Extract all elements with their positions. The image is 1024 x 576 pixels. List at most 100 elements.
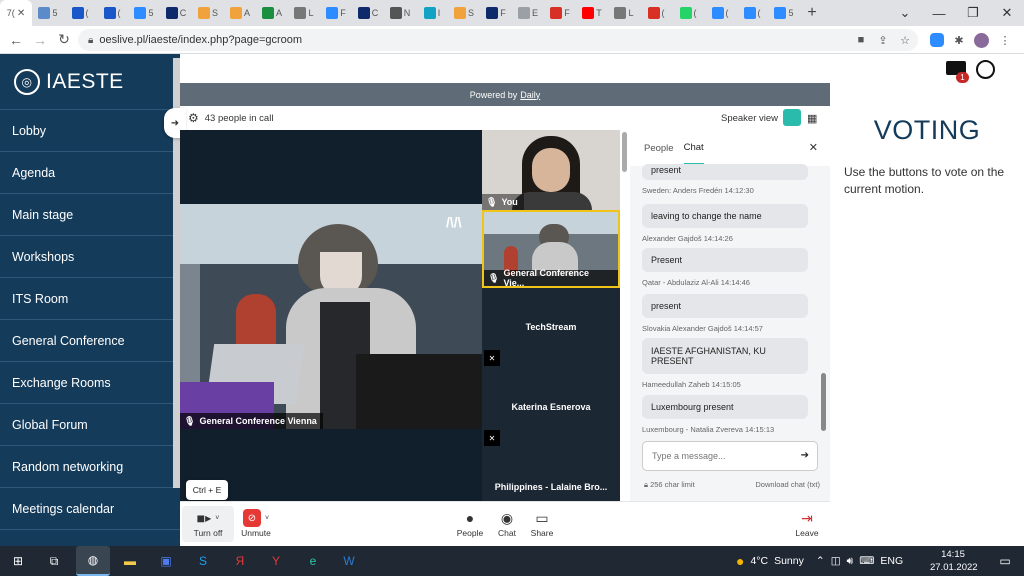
forward-icon[interactable]: → (28, 32, 52, 48)
file-explorer-icon[interactable]: ▬ (119, 550, 141, 572)
sidebar-item[interactable]: Random networking (0, 446, 180, 488)
chat-message-input[interactable]: Type a message... ➔ (642, 441, 818, 471)
maximize-button[interactable]: ❐ (956, 0, 990, 26)
leave-button[interactable]: ⇥ Leave (781, 508, 833, 539)
browser-menu-icon[interactable]: ⋮ (996, 31, 1014, 49)
browser-tab[interactable]: L (288, 0, 320, 26)
browser-tab[interactable]: ( (64, 0, 96, 26)
task-view-icon[interactable]: ⧉ (43, 550, 65, 572)
browser-tab[interactable]: ( (704, 0, 736, 26)
word-icon[interactable]: W (338, 550, 360, 572)
browser-tab[interactable]: 7(✕ (0, 0, 32, 26)
browser-tab[interactable]: N (384, 0, 416, 26)
settings-gear-icon[interactable]: ⚙ (188, 111, 199, 125)
tab-label: L (628, 8, 634, 18)
browser-tab[interactable]: ( (672, 0, 704, 26)
browser-tab[interactable]: C (352, 0, 384, 26)
browser-tab[interactable]: F (320, 0, 352, 26)
network-icon[interactable]: ◫ (831, 555, 841, 567)
chat-scrollbar[interactable] (821, 373, 826, 431)
voting-panel: VOTING Use the buttons to vote on the cu… (830, 83, 1024, 546)
sidebar-item[interactable]: Workshops (0, 236, 180, 278)
windows-start-icon[interactable]: ⊞ (7, 550, 29, 572)
main-speaker-video: /\/\ 🎙︎ General Conference Vienna (180, 204, 482, 429)
video-scrollbar[interactable] (622, 132, 627, 172)
browser-tab[interactable]: A (256, 0, 288, 26)
sidebar-item[interactable]: General Conference (0, 320, 180, 362)
browser-tab[interactable]: L (608, 0, 640, 26)
tab-favicon-icon (614, 7, 627, 19)
browser-tab[interactable]: ( (640, 0, 672, 26)
tab-favicon-icon (453, 7, 466, 19)
sidebar-item[interactable]: Meetings calendar (0, 488, 180, 530)
browser-tab[interactable]: T (576, 0, 608, 26)
browser-tab[interactable]: F (544, 0, 576, 26)
iaeste-logo[interactable]: ◎ IAESTE (0, 54, 180, 110)
yandex-browser-icon[interactable]: Я (229, 550, 251, 572)
grid-view-icon[interactable]: ▦ (807, 112, 817, 125)
weather-temp: 4°C (750, 555, 769, 567)
sidebar-item[interactable]: Exchange Rooms (0, 362, 180, 404)
share-icon[interactable]: ⇪ (874, 31, 892, 49)
browser-tab[interactable]: S (448, 0, 480, 26)
tab-people[interactable]: People (644, 133, 674, 164)
send-arrow-icon[interactable]: ➔ (801, 450, 809, 461)
taskbar-clock[interactable]: 14:15 27.01.2022 (930, 548, 978, 574)
browser-tab[interactable]: ( (736, 0, 768, 26)
save-icon[interactable]: ▣ (155, 550, 177, 572)
profile-avatar[interactable] (972, 31, 990, 49)
browser-tab[interactable]: F (480, 0, 512, 26)
char-limit-text: 🔒︎ 256 char limit (644, 480, 695, 490)
close-icon[interactable]: ✕ (809, 141, 818, 154)
language-indicator[interactable]: ENG (880, 555, 903, 567)
edge-icon[interactable]: e (302, 550, 324, 572)
chrome-taskbar-icon[interactable]: ◍ (76, 546, 110, 576)
skype-icon[interactable]: S (192, 550, 214, 572)
browser-tab[interactable]: E (512, 0, 544, 26)
unmute-button[interactable]: ⊘ ˅ Unmute (230, 508, 282, 538)
browser-tab[interactable]: 5 (128, 0, 160, 26)
close-window-button[interactable]: ✕ (990, 0, 1024, 26)
reload-icon[interactable]: ↻ (52, 31, 76, 48)
sidebar-item[interactable]: Global Forum (0, 404, 180, 446)
keyboard-icon[interactable]: ⌨ (859, 555, 874, 567)
browser-tab[interactable]: A (224, 0, 256, 26)
browser-tab[interactable]: ( (96, 0, 128, 26)
tab-chat[interactable]: Chat (683, 132, 704, 165)
yandex-icon[interactable]: Y (265, 550, 287, 572)
sidebar-item[interactable]: Agenda (0, 152, 180, 194)
browser-tab[interactable]: 5 (32, 0, 64, 26)
minimize-button[interactable]: — (922, 0, 956, 26)
logo-text: IAESTE (46, 69, 124, 93)
sidebar-item[interactable]: ITS Room (0, 278, 180, 320)
turn-off-camera-button[interactable]: ■ ▶ ˅ Turn off (182, 506, 234, 542)
camera-icon: ■ ▶ ˅ (196, 510, 220, 526)
browser-tab[interactable]: C (160, 0, 192, 26)
daily-link[interactable]: Daily (520, 90, 540, 100)
extensions-icon[interactable]: ✱ (950, 31, 968, 49)
camera-icon[interactable]: ■ (852, 31, 870, 49)
tab-search-icon[interactable]: ⌄ (888, 0, 922, 26)
user-account-icon[interactable] (976, 60, 995, 79)
url-field[interactable]: 🔒︎ oeslive.pl/iaeste/index.php?page=gcro… (78, 29, 918, 51)
back-icon[interactable]: ← (4, 32, 28, 48)
volume-icon[interactable]: 🔊︎ (847, 555, 854, 568)
share-button[interactable]: ▭ Share (516, 508, 568, 539)
sidebar-item[interactable]: Main stage (0, 194, 180, 236)
browser-tab[interactable]: S (192, 0, 224, 26)
mic-muted-icon: ✕ (484, 430, 500, 446)
address-bar: ← → ↻ 🔒︎ oeslive.pl/iaeste/index.php?pag… (0, 26, 1024, 54)
sidebar-item[interactable]: Lobby (0, 110, 180, 152)
download-chat-link[interactable]: Download chat (txt) (755, 480, 820, 490)
notifications-icon[interactable]: ▭ (994, 550, 1016, 572)
zoom-extension-icon[interactable] (928, 31, 946, 49)
voting-instructions: Use the buttons to vote on the current m… (844, 165, 1005, 196)
self-video-label: 🎙︎ You (482, 194, 524, 210)
speaker-view-toggle-icon[interactable] (783, 109, 801, 126)
browser-tab[interactable]: I (416, 0, 448, 26)
tray-chevron-icon[interactable]: ⌃ (816, 555, 825, 567)
close-tab-icon[interactable]: ✕ (17, 8, 25, 19)
browser-tab[interactable]: 5 (768, 0, 800, 26)
new-tab-button[interactable]: + (800, 4, 824, 22)
bookmark-star-icon[interactable]: ☆ (896, 31, 914, 49)
